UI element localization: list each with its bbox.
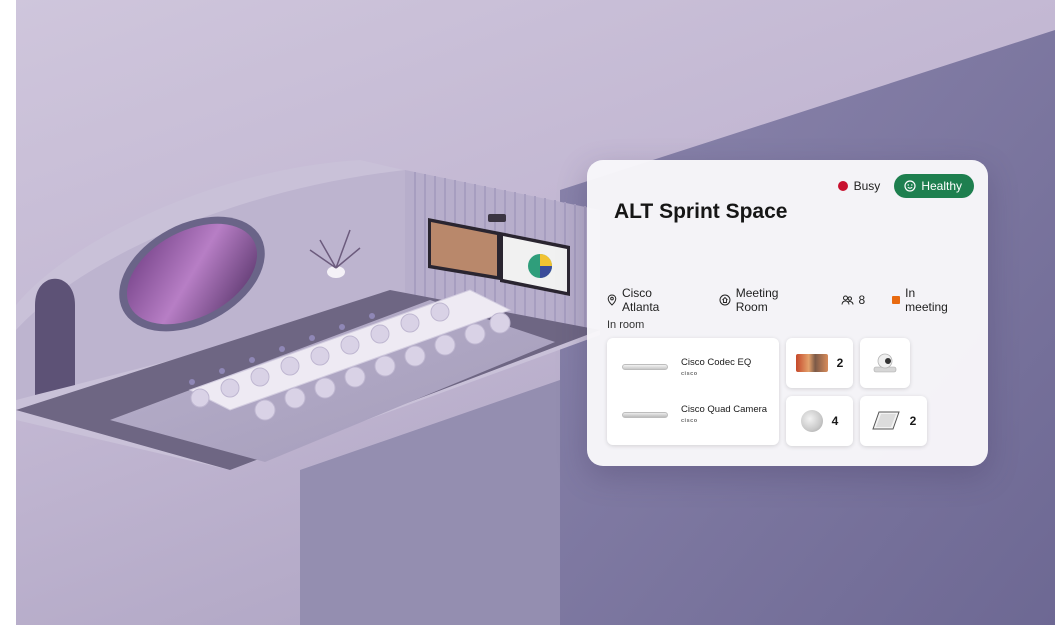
controller-count: 2 xyxy=(909,414,917,428)
codec-device-image xyxy=(622,364,668,370)
in-room-heading: In room xyxy=(607,319,645,331)
busy-label: Busy xyxy=(853,179,881,193)
device-row-camera[interactable]: Cisco Quad Camera cisco xyxy=(607,393,779,443)
smile-icon xyxy=(904,180,916,192)
room-meta-row: Cisco Atlanta Meeting Room 8 In meeting xyxy=(607,286,988,314)
device-name: Cisco Quad Camera xyxy=(681,404,768,415)
quad-camera-image xyxy=(622,412,668,418)
room-icon xyxy=(719,294,731,306)
busy-status: Busy xyxy=(837,179,881,193)
status-row: Busy Healthy xyxy=(837,174,974,198)
meta-room-type: Meeting Room xyxy=(719,286,814,314)
room-display-thumbnail xyxy=(795,354,828,372)
left-margin xyxy=(0,0,16,631)
location-pin-icon xyxy=(607,294,617,306)
table-microphone-icon xyxy=(800,410,823,432)
display-count: 2 xyxy=(836,356,844,370)
location-label: Cisco Atlanta xyxy=(621,286,660,314)
room-type-label: Meeting Room xyxy=(735,286,779,314)
people-icon xyxy=(841,295,853,305)
room-title: ALT Sprint Space xyxy=(614,200,788,223)
busy-dot-icon xyxy=(837,181,848,191)
touch-controller-icon xyxy=(871,411,900,430)
camera-icon xyxy=(892,296,901,304)
ptz-camera-icon xyxy=(873,353,897,373)
device-list[interactable]: Cisco Codec EQ cisco Cisco Quad Camera c… xyxy=(607,338,779,445)
peripheral-displays[interactable]: 2 xyxy=(786,338,853,388)
bottom-margin xyxy=(0,625,1055,631)
room-status-card[interactable]: Busy Healthy ALT Sprint Space Cisco Atla… xyxy=(587,160,988,466)
cisco-logo-icon: cisco xyxy=(681,371,698,377)
device-name: Cisco Codec EQ xyxy=(681,357,752,368)
health-label: Healthy xyxy=(921,179,962,193)
cisco-logo-icon: cisco xyxy=(681,418,698,424)
peripheral-ptz-camera[interactable] xyxy=(860,338,910,388)
device-row-codec[interactable]: Cisco Codec EQ cisco xyxy=(607,341,779,391)
meta-activity: In meeting xyxy=(892,286,961,314)
capacity-label: 8 xyxy=(858,293,866,307)
meta-location: Cisco Atlanta xyxy=(607,286,692,314)
microphone-count: 4 xyxy=(831,414,839,428)
peripheral-microphones[interactable]: 4 xyxy=(786,396,853,446)
meta-capacity: 8 xyxy=(841,293,866,307)
activity-label: In meeting xyxy=(905,286,948,314)
peripheral-touch-controllers[interactable]: 2 xyxy=(860,396,927,446)
health-badge[interactable]: Healthy xyxy=(894,174,974,198)
